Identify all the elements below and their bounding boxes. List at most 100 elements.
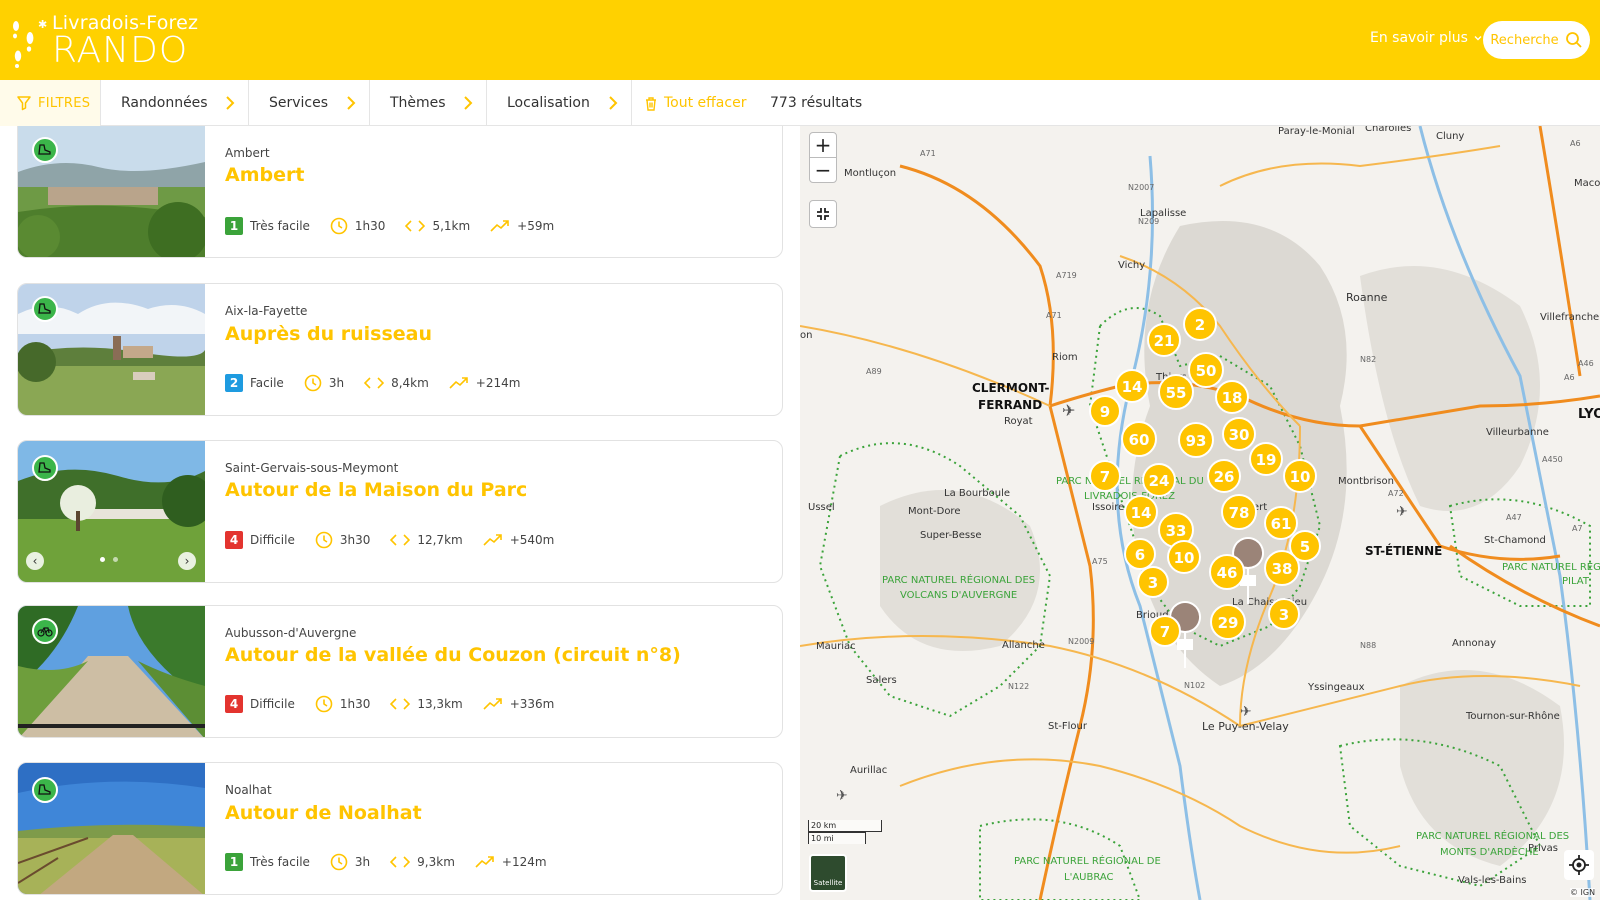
clear-filters-button[interactable]: Tout effacer [644,80,746,126]
svg-text:10: 10 [1290,468,1311,486]
map-place-label: PARC NATUREL RÉGIONAL DU [1056,474,1204,487]
map-place-label: Mauriac [816,641,856,652]
result-title[interactable]: Autour de Noalhat [225,802,422,824]
svg-text:14: 14 [1122,378,1143,396]
filter-hikes-label: Randonnées [121,95,208,111]
svg-text:29: 29 [1218,614,1239,632]
map-place-label: Charolles [1365,126,1411,134]
next-photo-button[interactable]: › [178,552,196,570]
map-cluster[interactable]: 18 [1215,380,1249,414]
filter-services-label: Services [269,95,329,111]
map-cluster[interactable]: 78 [1221,494,1257,530]
map-cluster[interactable]: 30 [1222,417,1256,451]
map-cluster[interactable]: 10 [1283,459,1317,493]
map-cluster[interactable]: 55 [1158,374,1194,410]
distance: 12,7km [417,533,463,547]
svg-text:5: 5 [1300,538,1310,556]
clock-icon [304,374,322,392]
map-place-label: PARC NATUREL RÉGIONAL DES [1416,829,1569,842]
map-place-label: CLERMONT- [972,381,1049,395]
filter-location[interactable]: Localisation [487,80,632,126]
result-title[interactable]: Autour de la Maison du Parc [225,479,527,501]
result-city: Ambert [225,146,270,160]
photo-pagination [100,557,118,562]
search-button[interactable]: Recherche [1483,21,1590,59]
learn-more-menu[interactable]: En savoir plus [1370,30,1483,46]
map-cluster[interactable]: 14 [1115,369,1149,403]
map-place-label: Riom [1052,352,1078,363]
distance-icon [390,534,411,546]
map-place-label: Roanne [1346,291,1388,304]
result-title[interactable]: Autour de la vallée du Couzon (circuit n… [225,644,681,666]
map-cluster[interactable]: 24 [1142,463,1176,497]
difficulty-label: Difficile [250,533,295,547]
map-road-label: N122 [1008,682,1029,691]
map-cluster[interactable]: 10 [1167,540,1201,574]
result-card[interactable]: ‹ › Saint-Gervais-sous-Meymont Autour de… [17,440,783,583]
map-cluster[interactable]: 21 [1147,323,1181,357]
result-card[interactable]: Aix-la-Fayette Auprès du ruisseau 2 Faci… [17,283,783,416]
satellite-toggle[interactable]: Satellite [809,854,847,892]
result-card[interactable]: Noalhat Autour de Noalhat 1 Très facile … [17,762,783,895]
hiking-boot-icon [32,777,58,803]
map-cluster[interactable]: 3 [1268,598,1300,630]
map-place-label: MONTS D'ARDÈCHE [1440,845,1539,858]
map-cluster[interactable]: 7 [1149,615,1181,647]
duration: 3h [328,376,345,390]
svg-text:33: 33 [1166,522,1187,540]
svg-text:46: 46 [1217,564,1238,582]
site-logo[interactable]: ✱ Livradois-Forez RANDO [10,12,200,70]
map-cluster[interactable]: 7 [1089,460,1121,492]
result-title[interactable]: Auprès du ruisseau [225,323,432,345]
svg-text:7: 7 [1160,623,1170,641]
map-cluster[interactable]: 60 [1121,421,1157,457]
distance-icon [405,220,426,232]
clock-icon [315,695,333,713]
map-cluster[interactable]: 29 [1210,604,1246,640]
locate-me-button[interactable] [1564,850,1594,880]
map-cluster[interactable]: 14 [1124,495,1158,529]
zoom-out-button[interactable]: − [809,157,837,183]
result-card[interactable]: Ambert Ambert 1 Très facile 1h30 5,1km +… [17,126,783,258]
map-cluster[interactable]: 26 [1207,459,1241,493]
svg-text:50: 50 [1196,362,1217,380]
map-place-label: FERRAND [978,398,1042,412]
map-cluster[interactable]: 61 [1264,506,1298,540]
map-place-label: Ussel [808,502,835,513]
map-cluster[interactable]: 50 [1188,352,1224,388]
zoom-in-button[interactable]: + [809,132,837,158]
filter-themes[interactable]: Thèmes [370,80,487,126]
map-cluster[interactable]: 9 [1089,395,1121,427]
filters-button[interactable]: FILTRES [0,80,101,126]
map-cluster[interactable]: 6 [1124,538,1156,570]
map-road-label: A71 [1046,311,1062,320]
chevron-right-icon [347,96,356,110]
fullscreen-button[interactable] [809,200,837,228]
map-cluster[interactable]: 3 [1137,566,1169,598]
duration: 3h [354,855,371,869]
site-header: ✱ Livradois-Forez RANDO En savoir plus R… [0,0,1600,80]
result-card[interactable]: Aubusson-d'Auvergne Autour de la vallée … [17,605,783,738]
filter-services[interactable]: Services [249,80,370,126]
airport-icon: ✈ [1062,401,1075,420]
map-road-label: A6 [1570,139,1581,148]
map-cluster[interactable]: 2 [1183,307,1217,341]
map-place-label: PILAT [1562,576,1590,587]
results-list[interactable]: Ambert Ambert 1 Très facile 1h30 5,1km +… [0,126,800,900]
result-title[interactable]: Ambert [225,164,304,186]
map-road-label: A71 [920,149,936,158]
difficulty-badge: 2 [225,374,243,392]
filter-hikes[interactable]: Randonnées [101,80,249,126]
map-road-label: N88 [1360,641,1376,650]
result-meta: 1 Très facile 3h 9,3km +124m [225,852,559,872]
map-cluster[interactable]: 19 [1249,442,1283,476]
map-view[interactable]: Paray-le-Monial Charolles Cluny Montluço… [800,126,1600,900]
map-place-label: Tournon-sur-Rhône [1465,710,1560,722]
prev-photo-button[interactable]: ‹ [26,552,44,570]
map-canvas[interactable]: Paray-le-Monial Charolles Cluny Montluço… [800,126,1600,900]
map-place-label: Le Puy-en-Velay [1202,720,1289,733]
map-cluster[interactable]: 38 [1264,550,1300,586]
difficulty-badge: 1 [225,217,243,235]
map-cluster[interactable]: 46 [1209,554,1245,590]
map-cluster[interactable]: 93 [1178,422,1214,458]
